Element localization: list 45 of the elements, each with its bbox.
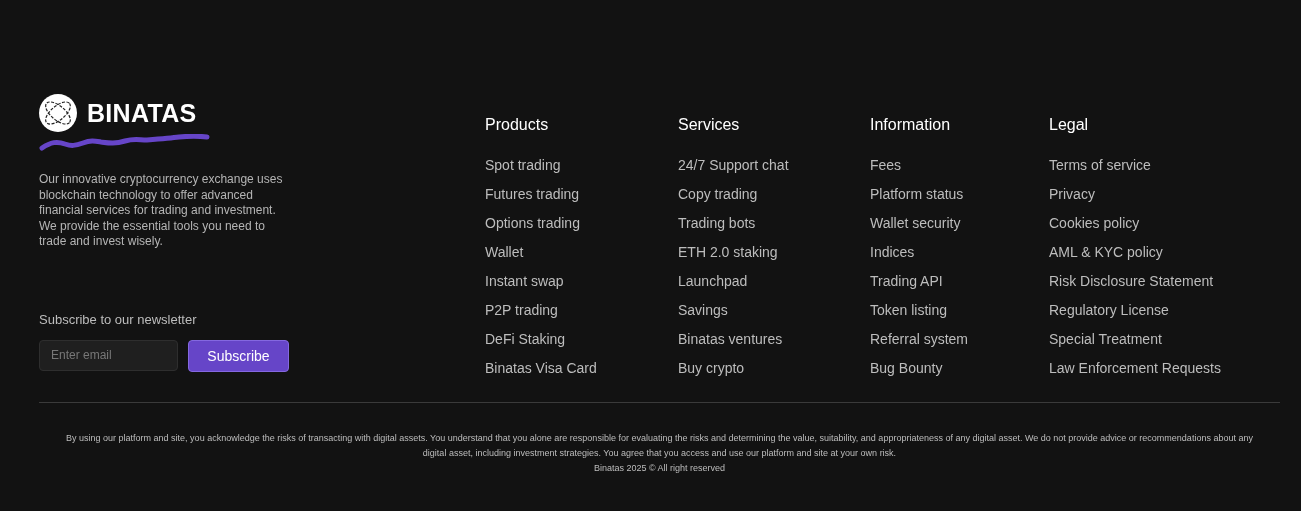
footer-link[interactable]: Instant swap [485, 273, 678, 290]
column-heading: Information [870, 116, 952, 134]
footer-link[interactable]: Law Enforcement Requests [1049, 360, 1280, 377]
footer-link[interactable]: DeFi Staking [485, 331, 678, 348]
footer-link[interactable]: Copy trading [678, 186, 870, 203]
footer-link[interactable]: Bug Bounty [870, 360, 1049, 377]
footer-link[interactable]: Referral system [870, 331, 1049, 348]
footer-link[interactable]: Wallet [485, 244, 678, 261]
globe-logo-icon [39, 94, 77, 132]
footer-link[interactable]: Risk Disclosure Statement [1049, 273, 1280, 290]
footer-link[interactable]: Privacy [1049, 186, 1280, 203]
footer-link[interactable]: Regulatory License [1049, 302, 1280, 319]
footer-link[interactable]: Buy crypto [678, 360, 870, 377]
copyright-text: Binatas 2025 © All right reserved [592, 462, 727, 475]
disclaimer-text: By using our platform and site, you acknowledge the risks of transacting with digital assets. You understand that you alone are responsible for evaluating the risks and determining the value, suitability, and appropriateness of any digital asset. We do not provide advice or recommendations about any digital asset, including investment strategies. You agree that you access and use our platform and site at your own risk. [65, 432, 1254, 460]
footer-link[interactable]: Indices [870, 244, 1049, 261]
footer-link[interactable]: P2P trading [485, 302, 678, 319]
brand-description: Our innovative cryptocurrency exchange uses blockchain technology to offer advanced financial services for trading and investment. We provide the essential tools you need to trade and invest wisely. [39, 172, 284, 250]
footer-link[interactable]: Binatas ventures [678, 331, 870, 348]
footer-link[interactable]: Fees [870, 157, 1049, 174]
column-heading: Products [485, 116, 550, 134]
footer-link[interactable]: Trading API [870, 273, 1049, 290]
footer-link[interactable]: Platform status [870, 186, 1049, 203]
column-heading: Legal [1049, 116, 1090, 134]
brand-name: BINATAS [87, 98, 197, 128]
column-heading: Services [678, 116, 741, 134]
subscribe-button[interactable]: Subscribe [188, 339, 289, 372]
footer-link[interactable]: Terms of service [1049, 157, 1280, 174]
footer-link[interactable]: Special Treatment [1049, 331, 1280, 348]
footer-link[interactable]: Binatas Visa Card [485, 360, 678, 377]
footer-link[interactable]: AML & KYC policy [1049, 244, 1280, 261]
footer-link[interactable]: Spot trading [485, 157, 678, 174]
footer-link[interactable]: 24/7 Support chat [678, 157, 870, 174]
footer-link[interactable]: Options trading [485, 215, 678, 232]
email-field[interactable]: Enter email [39, 339, 178, 371]
footer-link[interactable]: Token listing [870, 302, 1049, 319]
footer-link[interactable]: Cookies policy [1049, 215, 1280, 232]
footer-link[interactable]: Savings [678, 302, 870, 319]
footer-link[interactable]: Futures trading [485, 186, 678, 203]
brush-stroke-icon [39, 134, 211, 152]
footer-link[interactable]: Wallet security [870, 215, 1049, 232]
footer-link[interactable]: Trading bots [678, 215, 870, 232]
newsletter-title: Subscribe to our newsletter [39, 311, 198, 327]
footer-link[interactable]: Launchpad [678, 273, 870, 290]
footer-link[interactable]: ETH 2.0 staking [678, 244, 870, 261]
